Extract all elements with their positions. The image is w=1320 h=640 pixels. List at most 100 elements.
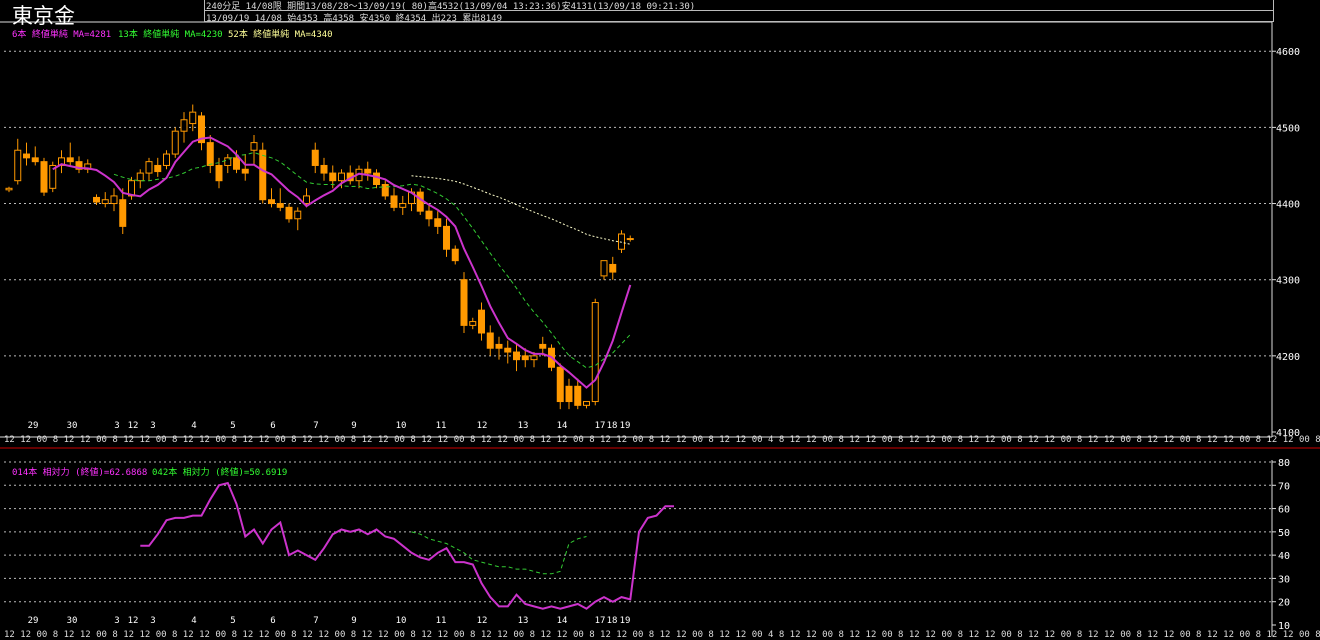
osc-tick-label: 80 xyxy=(1278,458,1290,469)
date-label-osc: 30 xyxy=(67,616,78,626)
instrument-title: 東京金 xyxy=(12,4,75,28)
candle-body xyxy=(381,184,389,197)
candle-body xyxy=(303,195,310,205)
candle-body xyxy=(469,321,477,326)
candle-body xyxy=(443,225,450,250)
legend-ma6[interactable]: 6本 終値単純 MA=4281 xyxy=(12,27,111,40)
date-label-osc: 12 xyxy=(477,616,488,626)
candle-body xyxy=(163,153,170,166)
ma13-line xyxy=(113,151,631,369)
candle-body xyxy=(609,263,617,273)
date-label: 18 xyxy=(607,421,618,431)
legend-ma13[interactable]: 13本 終値単純 MA=4230 xyxy=(118,27,223,40)
candle-body xyxy=(434,218,442,227)
legend-ma6-label: 6本 終値単純 MA=4281 xyxy=(12,30,112,40)
date-label-osc: 19 xyxy=(620,616,631,626)
date-label: 6 xyxy=(270,421,275,431)
date-label-osc: 18 xyxy=(607,616,618,626)
candle-body xyxy=(338,172,345,182)
date-label-osc: 11 xyxy=(436,616,447,626)
legend-rsi14-label: 014本 相対力 (終値)=62.6868 xyxy=(12,468,148,478)
candle-body xyxy=(136,172,144,182)
date-label-osc: 5 xyxy=(230,616,235,626)
candle-body xyxy=(451,248,459,262)
date-label: 5 xyxy=(230,421,235,431)
date-label-osc: 3 xyxy=(150,616,155,626)
rsi14-line xyxy=(140,481,674,610)
legend-rsi42-label: 042本 相対力 (終値)=50.6919 xyxy=(152,468,288,478)
candle-body xyxy=(504,347,512,353)
price-tick-label: 4300 xyxy=(1276,276,1300,287)
legend-ma52[interactable]: 52本 終値単純 MA=4340 xyxy=(228,27,333,40)
date-label: 4 xyxy=(191,421,196,431)
candle-body xyxy=(364,168,372,174)
price-tick-label: 4500 xyxy=(1276,123,1300,134)
date-label-osc: 6 xyxy=(270,616,275,626)
candle-body xyxy=(425,210,433,220)
candle-body xyxy=(486,332,494,349)
legend-rsi14[interactable]: 014本 相対力 (終値)=62.6868 xyxy=(12,465,147,478)
legend-ma52-label: 52本 終値単純 MA=4340 xyxy=(228,30,333,40)
date-label-osc: 10 xyxy=(396,616,407,626)
osc-tick-label: 70 xyxy=(1278,481,1290,492)
legend-rsi42[interactable]: 042本 相対力 (終値)=50.6919 xyxy=(152,465,287,478)
candle-body xyxy=(241,168,249,174)
date-label: 19 xyxy=(620,421,631,431)
candle-body xyxy=(268,199,275,205)
candle-body xyxy=(460,279,468,326)
date-label-osc: 3 xyxy=(114,616,119,626)
candle-body xyxy=(539,343,547,349)
candle-body xyxy=(171,130,179,155)
candle-body xyxy=(556,366,564,403)
candle-body xyxy=(31,157,39,163)
candle-body xyxy=(180,119,188,132)
date-label-osc: 29 xyxy=(28,616,39,626)
bar-time-labels-osc: 12 12 00 8 12 12 00 8 12 12 00 8 12 12 0… xyxy=(4,630,1320,640)
date-label-osc: 17 xyxy=(595,616,606,626)
date-label: 12 xyxy=(477,421,488,431)
date-label-osc: 12 xyxy=(128,616,139,626)
candle-body xyxy=(329,172,337,182)
candle-body xyxy=(93,196,100,203)
candle-body xyxy=(373,172,380,185)
date-label: 12 xyxy=(128,421,139,431)
candle-body xyxy=(294,210,302,220)
candle-body xyxy=(390,195,398,208)
candle-body xyxy=(521,355,529,361)
osc-tick-label: 30 xyxy=(1278,574,1290,585)
candle-body xyxy=(215,164,223,182)
date-label: 9 xyxy=(351,421,356,431)
candle-body xyxy=(583,401,590,406)
candle-body xyxy=(311,149,319,166)
date-label: 3 xyxy=(114,421,119,431)
candle-body xyxy=(285,206,293,220)
candle-body xyxy=(513,351,520,361)
bar-time-labels: 12 12 00 8 12 12 00 8 12 12 00 8 12 12 0… xyxy=(4,435,1320,445)
chart-canvas[interactable]: 4100420043004400450046001020304050607080… xyxy=(0,0,1320,640)
candle-body xyxy=(233,157,240,170)
candle-body xyxy=(145,161,153,174)
legend-ma13-label: 13本 終値単純 MA=4230 xyxy=(118,30,223,40)
candle-body xyxy=(399,203,407,208)
date-label-osc: 14 xyxy=(557,616,568,626)
candle-body xyxy=(600,260,608,277)
candle-body xyxy=(259,149,267,201)
candle-body xyxy=(250,142,258,151)
price-tick-label: 4200 xyxy=(1276,352,1300,363)
candle-body xyxy=(119,199,127,227)
date-label: 30 xyxy=(67,421,78,431)
price-tick-label: 4600 xyxy=(1276,47,1300,58)
candle-body xyxy=(5,187,13,191)
candle-body xyxy=(40,161,48,193)
candle-body xyxy=(320,164,328,174)
latest-bar-summary: 13/09/19 14/08 始4353 高4358 安4350 終4354 出… xyxy=(206,14,502,24)
date-label-osc: 7 xyxy=(313,616,318,626)
candle-body xyxy=(591,302,599,403)
date-label: 7 xyxy=(313,421,318,431)
candle-body xyxy=(101,199,109,205)
osc-tick-label: 20 xyxy=(1278,598,1290,609)
osc-tick-label: 40 xyxy=(1278,551,1290,562)
candle-body xyxy=(189,111,197,125)
date-label: 14 xyxy=(557,421,568,431)
candle-body xyxy=(23,153,30,159)
